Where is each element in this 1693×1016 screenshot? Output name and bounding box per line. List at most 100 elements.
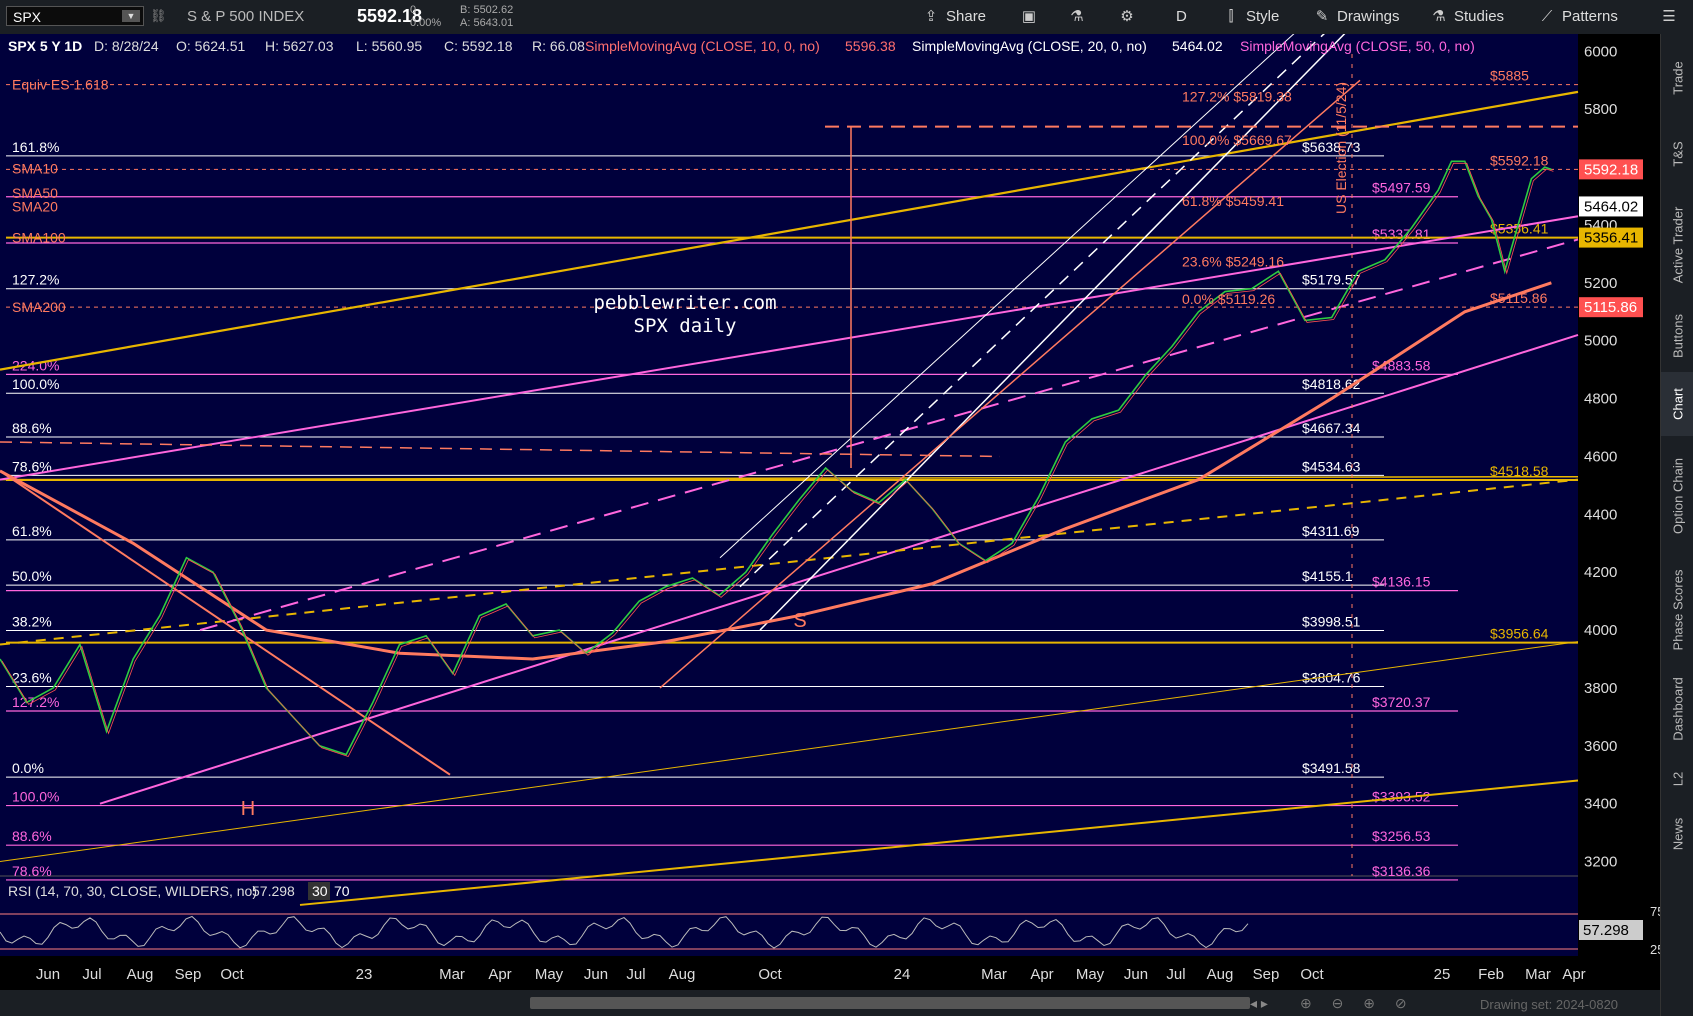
y-tick-label: 3200 bbox=[1584, 854, 1617, 871]
y-tick-label: 5000 bbox=[1584, 333, 1617, 350]
studies-button[interactable]: ⚗ Studies bbox=[1430, 6, 1504, 28]
header-sma10: SimpleMovingAvg (CLOSE, 10, 0, no) bbox=[585, 38, 820, 54]
settings-button[interactable]: ⚙ bbox=[1118, 6, 1142, 28]
menu-button[interactable]: ☰ bbox=[1660, 6, 1684, 28]
salmon-price-label: $5592.18 bbox=[1490, 152, 1549, 168]
x-tick-label: Jul bbox=[1166, 966, 1185, 983]
x-tick-label: May bbox=[535, 966, 564, 983]
sidebar-tab-active-trader[interactable]: Active Trader bbox=[1661, 190, 1693, 300]
inner-fib-label: 61.8% $5459.41 bbox=[1182, 193, 1284, 209]
time-scrollbar[interactable] bbox=[530, 997, 1250, 1009]
fib-price-label: $4155.1 bbox=[1302, 568, 1353, 584]
rsi-tick-label: 25 bbox=[1650, 942, 1660, 957]
x-tick-label: Oct bbox=[1300, 966, 1324, 983]
chart-area[interactable]: 6000580056005400520050004800460044004200… bbox=[0, 34, 1660, 990]
pink-level-label: 88.6% bbox=[12, 828, 52, 844]
toolbar: SPX ▼ ⛓ S & P 500 INDEX 5592.18 0 0.00% … bbox=[0, 0, 1693, 35]
watermark-line1: pebblewriter.com bbox=[593, 292, 776, 314]
chevron-down-icon[interactable]: ▼ bbox=[122, 10, 140, 22]
y-tick-label: 3400 bbox=[1584, 796, 1617, 813]
rsi-label: RSI (14, 70, 30, CLOSE, WILDERS, no) bbox=[8, 883, 257, 899]
x-tick-label: Jun bbox=[36, 966, 60, 983]
header-sma20: SimpleMovingAvg (CLOSE, 20, 0, no) bbox=[912, 38, 1147, 54]
header-date: D: 8/28/24 bbox=[94, 38, 159, 54]
sidebar-tab-label: Phase Scores bbox=[1670, 569, 1685, 651]
sidebar-tab-phase-scores[interactable]: Phase Scores bbox=[1661, 556, 1693, 664]
sidebar-tab-news[interactable]: News bbox=[1661, 804, 1693, 864]
sidebar-tab-chart[interactable]: Chart bbox=[1661, 372, 1693, 436]
sidebar-tab-option-chain[interactable]: Option Chain bbox=[1661, 436, 1693, 556]
inner-fib-label: 0.0% $5119.26 bbox=[1182, 291, 1275, 307]
sidebar-tab-label: L2 bbox=[1670, 771, 1685, 787]
inner-fib-label: 127.2% $5819.38 bbox=[1182, 89, 1292, 105]
sidebar-tab-dashboard[interactable]: Dashboard bbox=[1661, 664, 1693, 754]
sidebar-tab-label: Trade bbox=[1670, 61, 1685, 95]
x-tick-label: Oct bbox=[220, 966, 244, 983]
gear-icon: ⚙ bbox=[1120, 8, 1134, 25]
h-marker: H bbox=[241, 798, 255, 820]
snapshot-button[interactable]: ▣ bbox=[1020, 6, 1044, 28]
x-tick-label: Jun bbox=[1124, 966, 1148, 983]
price-tag-label: 5592.18 bbox=[1584, 161, 1638, 178]
drawing-set-label: Drawing set: 2024-0820 bbox=[1480, 997, 1619, 1012]
candle-icon: ⫿ bbox=[1228, 8, 1234, 25]
sidebar-tab-t-s[interactable]: T&S bbox=[1661, 118, 1693, 190]
election-label: US Election (11/5/24) bbox=[1333, 82, 1349, 214]
sidebar-tab-label: T&S bbox=[1670, 141, 1685, 167]
ask-price: A: 5643.01 bbox=[460, 17, 514, 29]
x-tick-label: Aug bbox=[127, 966, 154, 983]
fib-level-label: 38.2% bbox=[12, 613, 52, 629]
x-tick-label: Jun bbox=[584, 966, 608, 983]
y-tick-label: 3800 bbox=[1584, 680, 1617, 697]
pink-price-label: $4136.15 bbox=[1372, 574, 1431, 590]
drawings-label: Drawings bbox=[1337, 8, 1400, 25]
sidebar-tab-trade[interactable]: Trade bbox=[1661, 38, 1693, 118]
link-icon[interactable]: ⛓ bbox=[150, 8, 167, 24]
pink-level-label: 100.0% bbox=[12, 789, 59, 805]
header-close: C: 5592.18 bbox=[444, 38, 513, 54]
x-tick-label: Mar bbox=[981, 966, 1007, 983]
period-label: D bbox=[1176, 8, 1187, 25]
x-tick-label: May bbox=[1076, 966, 1105, 983]
style-button[interactable]: ⫿ Style bbox=[1222, 6, 1280, 28]
price-tag-label: 5356.41 bbox=[1584, 230, 1638, 247]
ma-label: SMA200 bbox=[12, 299, 66, 315]
x-tick-label: Feb bbox=[1478, 966, 1504, 983]
ma-label: SMA100 bbox=[12, 230, 66, 246]
rsi-os-label: 70 bbox=[334, 883, 350, 899]
watermark-line2: SPX daily bbox=[634, 315, 737, 337]
drawings-button[interactable]: ✎ Drawings bbox=[1313, 6, 1400, 28]
fib-level-label: 161.8% bbox=[12, 139, 59, 155]
pink-level-label: 78.6% bbox=[12, 863, 52, 879]
zoom-controls[interactable]: ⊕ ⊖ ⊕ ⊘ bbox=[1300, 995, 1415, 1012]
bid-price: B: 5502.62 bbox=[460, 4, 514, 16]
inner-fib-label: 23.6% $5249.16 bbox=[1182, 254, 1284, 270]
y-tick-label: 6000 bbox=[1584, 43, 1617, 60]
net-change: 0 bbox=[410, 4, 417, 16]
flask-button[interactable]: ⚗ bbox=[1068, 6, 1092, 28]
fib-level-label: 100.0% bbox=[12, 376, 59, 392]
header-low: L: 5560.95 bbox=[356, 38, 423, 54]
sidebar-tab-l2[interactable]: L2 bbox=[1661, 754, 1693, 804]
symbol-text: SPX bbox=[13, 9, 42, 25]
y-tick-label: 4600 bbox=[1584, 448, 1617, 465]
flask-icon: ⚗ bbox=[1070, 8, 1084, 25]
sidebar-tab-label: Active Trader bbox=[1670, 206, 1685, 284]
header-high: H: 5627.03 bbox=[265, 38, 334, 54]
style-label: Style bbox=[1246, 8, 1280, 25]
symbol-input[interactable]: SPX ▼ bbox=[6, 6, 144, 26]
share-button[interactable]: ⇪ Share bbox=[922, 6, 986, 28]
scroll-arrows[interactable]: ◂ ▸ bbox=[1250, 995, 1268, 1012]
y-tick-label: 5200 bbox=[1584, 275, 1617, 292]
symbol-description: S & P 500 INDEX bbox=[187, 8, 305, 25]
sidebar-tab-label: News bbox=[1670, 817, 1685, 851]
rsi-ob-label: 30 bbox=[312, 883, 328, 899]
x-tick-label: 25 bbox=[1434, 966, 1451, 983]
patterns-button[interactable]: ⟋ Patterns bbox=[1538, 6, 1618, 28]
y-tick-label: 3600 bbox=[1584, 738, 1617, 755]
sidebar-tab-buttons[interactable]: Buttons bbox=[1661, 300, 1693, 372]
period-button[interactable]: D bbox=[1176, 6, 1187, 28]
patterns-label: Patterns bbox=[1562, 8, 1618, 25]
pink-price-label: $3720.37 bbox=[1372, 694, 1431, 710]
x-tick-label: Mar bbox=[1525, 966, 1551, 983]
